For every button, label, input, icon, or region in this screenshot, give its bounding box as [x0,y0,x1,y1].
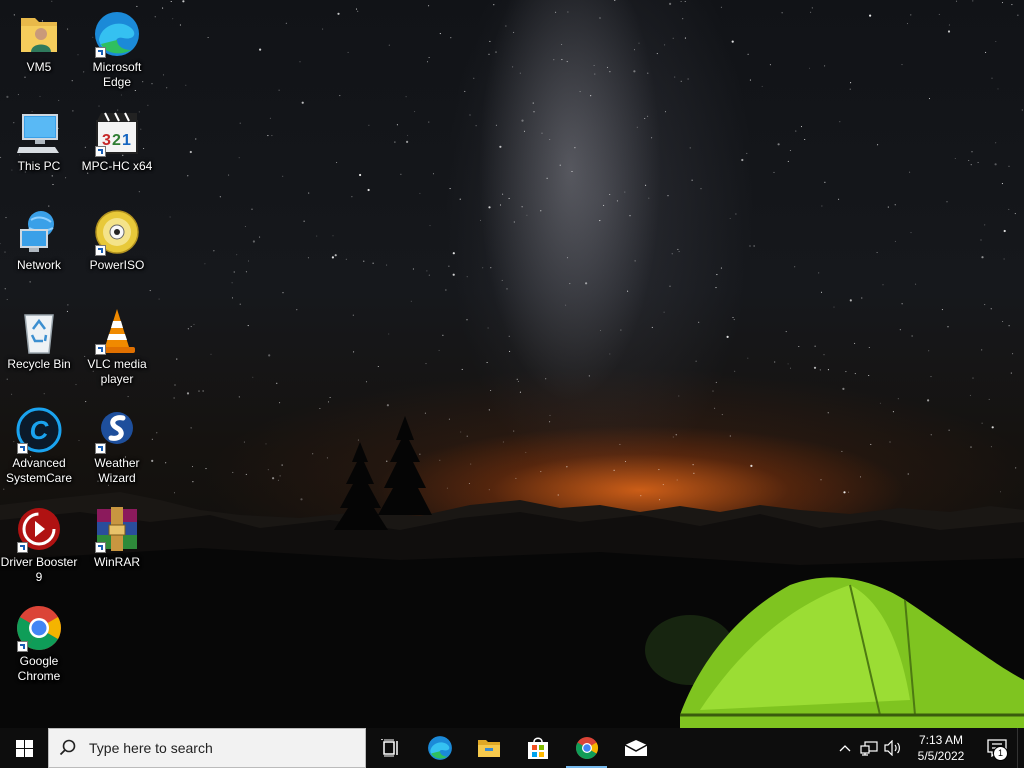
taskbar-clock[interactable]: 7:13 AM 5/5/2022 [905,732,977,764]
taskbar: 7:13 AM 5/5/2022 1 [0,728,1024,768]
desktop-icon-label: MPC-HC x64 [81,159,153,173]
user-folder-icon [15,10,63,58]
task-view-icon [380,739,398,757]
speaker-volume-icon [884,740,900,756]
winrar-icon [93,505,141,553]
svg-text:C: C [30,415,50,445]
desktop-icon-network[interactable]: Network [0,204,78,273]
shortcut-arrow-icon [95,443,106,454]
task-view-button[interactable] [366,728,415,768]
desktop-icon-microsoft-edge[interactable]: Microsoft Edge [78,6,156,90]
desktop-icon-mpc-hc[interactable]: 3 2 1 MPC-HC x64 [78,105,156,174]
desktop-icon-weather-wizard[interactable]: Weather Wizard [78,402,156,486]
edge-icon [427,736,452,760]
shortcut-arrow-icon [95,245,106,256]
desktop-icon-winrar[interactable]: WinRAR [78,501,156,570]
store-icon [527,737,548,759]
desktop-icon-label: WinRAR [93,555,140,569]
shortcut-arrow-icon [95,542,106,553]
desktop-icon-label: Google Chrome [17,654,61,683]
network-status-button[interactable] [857,728,881,768]
desktop-icon-label: Recycle Bin [7,357,71,371]
network-icon [15,208,63,256]
start-button[interactable] [0,728,48,768]
ethernet-network-icon [860,741,878,756]
desktop-icon-vm5[interactable]: VM5 [0,6,78,75]
recycle-bin-icon [15,307,63,355]
taskbar-chrome-button[interactable] [562,728,611,768]
svg-text:1: 1 [122,132,131,149]
edge-icon [93,10,141,58]
clock-time: 7:13 AM [918,733,964,747]
shortcut-arrow-icon [17,542,28,553]
taskbar-store-button[interactable] [513,728,562,768]
desktop-icon-label: VM5 [26,60,52,74]
desktop-icon-vlc[interactable]: VLC media player [78,303,156,387]
desktop-icon-poweriso[interactable]: PowerISO [78,204,156,273]
weather-wizard-icon [93,406,141,454]
desktop-icon-label: PowerISO [89,258,145,272]
volume-button[interactable] [881,728,905,768]
poweriso-disc-icon [93,208,141,256]
clock-date: 5/5/2022 [917,749,965,763]
driver-booster-icon [15,505,63,553]
vlc-cone-icon [93,307,141,355]
chrome-icon [575,737,598,759]
action-center-button[interactable]: 1 [977,728,1017,768]
taskbar-file-explorer-button[interactable] [464,728,513,768]
desktop-icon-label: This PC [17,159,61,173]
computer-icon [15,109,63,157]
shortcut-arrow-icon [95,146,106,157]
desktop-icon-label: Advanced SystemCare [5,456,73,485]
desktop-icon-label: Network [16,258,61,272]
notification-count-badge: 1 [993,746,1008,761]
desktop-icon-label: Weather Wizard [94,456,140,485]
desktop-icon-label: Microsoft Edge [92,60,142,89]
desktop-icon-driver-booster[interactable]: Driver Booster 9 [0,501,78,585]
windows-logo-icon [15,739,33,757]
show-desktop-button[interactable] [1017,728,1024,768]
taskbar-search-box[interactable] [48,728,366,768]
desktop-icon-advanced-systemcare[interactable]: C Advanced SystemCare [0,402,78,486]
file-explorer-icon [477,740,500,757]
mail-icon [624,740,647,756]
taskbar-mail-button[interactable] [611,728,660,768]
desktop-icon-this-pc[interactable]: This PC [0,105,78,174]
shortcut-arrow-icon [17,641,28,652]
shortcut-arrow-icon [95,47,106,58]
chrome-icon [15,604,63,652]
show-hidden-icons-button[interactable] [833,728,857,768]
svg-text:2: 2 [112,132,121,149]
desktop-icon-recycle-bin[interactable]: Recycle Bin [0,303,78,372]
system-tray: 7:13 AM 5/5/2022 1 [833,728,1024,768]
taskbar-edge-button[interactable] [415,728,464,768]
shortcut-arrow-icon [17,443,28,454]
search-input[interactable] [87,739,341,757]
desktop-icon-label: Driver Booster 9 [0,555,78,584]
desktop-icon-google-chrome[interactable]: Google Chrome [0,600,78,684]
advanced-systemcare-icon: C [15,406,63,454]
chevron-up-icon [839,745,851,752]
search-icon [49,739,87,757]
mpc-hc-icon: 3 2 1 [93,109,141,157]
shortcut-arrow-icon [95,344,106,355]
desktop-icon-label: VLC media player [87,357,147,386]
